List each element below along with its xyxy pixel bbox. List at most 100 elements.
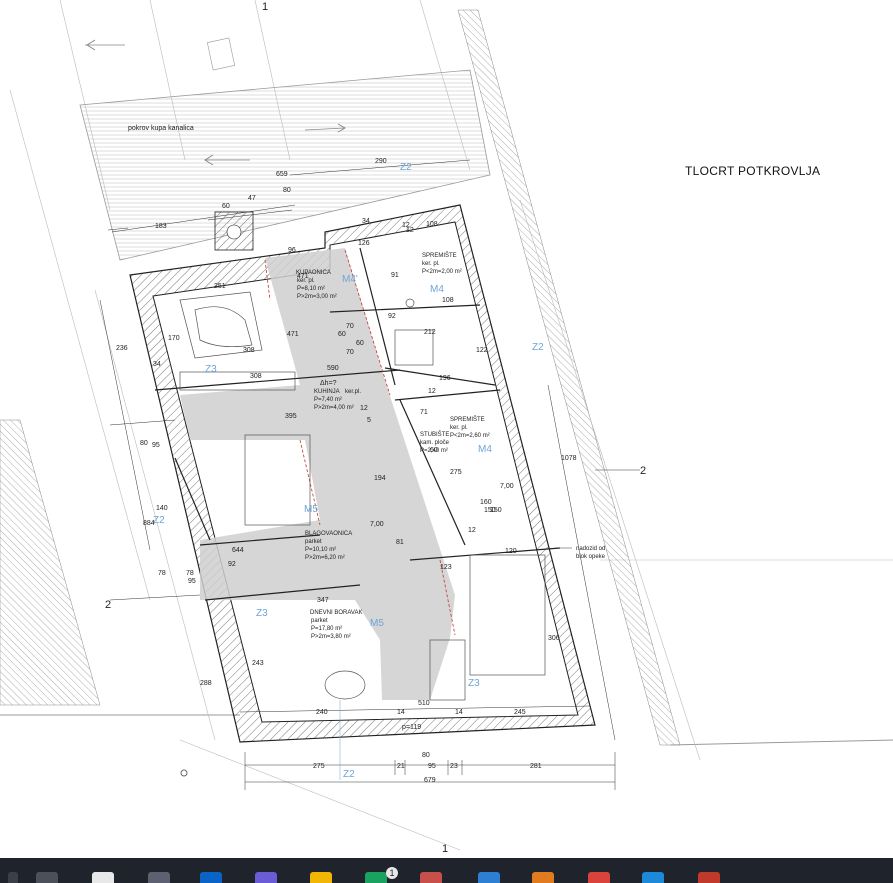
svg-text:80: 80 — [283, 187, 291, 194]
svg-text:884: 884 — [143, 520, 155, 527]
file-explorer-icon[interactable] — [310, 872, 332, 883]
svg-text:60: 60 — [430, 447, 438, 454]
svg-text:kam. ploče: kam. ploče — [420, 440, 450, 446]
svg-text:ker. pl.: ker. pl. — [450, 425, 468, 431]
svg-text:1: 1 — [442, 843, 448, 855]
svg-text:108: 108 — [426, 221, 438, 228]
search-icon[interactable] — [36, 872, 58, 883]
svg-text:160: 160 — [480, 499, 492, 506]
svg-text:281: 281 — [530, 763, 542, 770]
svg-text:471: 471 — [297, 273, 309, 280]
svg-text:92: 92 — [388, 313, 396, 320]
svg-text:P>2m=3,00 m²: P>2m=3,00 m² — [297, 294, 337, 300]
svg-text:194: 194 — [374, 475, 386, 482]
roof-label: pokrov kupa kanalica — [128, 125, 194, 132]
svg-text:M4: M4 — [478, 444, 492, 455]
svg-text:P=8,10 m²: P=8,10 m² — [297, 286, 325, 292]
svg-text:2: 2 — [640, 465, 646, 477]
app-blue-icon[interactable] — [642, 872, 664, 883]
svg-text:23: 23 — [450, 763, 458, 770]
chrome-icon[interactable] — [588, 872, 610, 883]
svg-text:21: 21 — [397, 763, 405, 770]
svg-text:P>2m=3,80 m²: P>2m=3,80 m² — [311, 634, 351, 640]
svg-text:96: 96 — [288, 247, 296, 254]
svg-text:78: 78 — [158, 570, 166, 577]
calendar-icon[interactable] — [420, 872, 442, 883]
svg-text:126: 126 — [358, 240, 370, 247]
svg-text:275: 275 — [450, 469, 462, 476]
svg-text:Δh=?: Δh=? — [320, 380, 337, 387]
svg-text:70: 70 — [346, 349, 354, 356]
app-red-icon[interactable] — [698, 872, 720, 883]
svg-text:P=7,40 m²: P=7,40 m² — [314, 397, 342, 403]
svg-text:510: 510 — [418, 700, 430, 707]
svg-text:M4: M4 — [430, 284, 444, 295]
task-view-icon[interactable] — [92, 872, 114, 883]
printer-icon[interactable] — [478, 872, 500, 883]
svg-text:P=17,80 m²: P=17,80 m² — [311, 626, 342, 632]
svg-text:70: 70 — [346, 323, 354, 330]
svg-text:7,00: 7,00 — [500, 483, 514, 490]
svg-text:95: 95 — [428, 763, 436, 770]
svg-text:60: 60 — [338, 331, 346, 338]
svg-text:12: 12 — [402, 222, 410, 229]
svg-text:395: 395 — [285, 413, 297, 420]
svg-text:91: 91 — [391, 272, 399, 279]
svg-text:7,00: 7,00 — [370, 521, 384, 528]
svg-text:71: 71 — [420, 409, 428, 416]
page-title: TLOCRT POTKROVLJA — [685, 164, 820, 178]
svg-text:80: 80 — [140, 440, 148, 447]
svg-text:644: 644 — [232, 547, 244, 554]
outlook-icon[interactable] — [200, 872, 222, 883]
svg-text:245: 245 — [514, 709, 526, 716]
floor-plan-drawing: TLOCRT POTKROVLJA pokrov kupa kanalica K… — [0, 0, 893, 855]
note-wall-line2: blok opeke — [576, 554, 606, 560]
svg-text:590: 590 — [327, 365, 339, 372]
svg-text:12: 12 — [360, 405, 368, 412]
svg-text:Z3: Z3 — [205, 364, 217, 375]
svg-text:95: 95 — [152, 442, 160, 449]
svg-text:1: 1 — [262, 1, 268, 13]
whatsapp-icon[interactable] — [365, 872, 387, 883]
notification-badge: 1 — [386, 867, 398, 879]
svg-text:60: 60 — [222, 203, 230, 210]
svg-text:1078: 1078 — [561, 455, 577, 462]
svg-text:243: 243 — [252, 660, 264, 667]
svg-text:ker. pl.: ker. pl. — [422, 261, 440, 267]
svg-text:347: 347 — [317, 597, 329, 604]
widgets-icon[interactable] — [148, 872, 170, 883]
svg-text:108: 108 — [442, 297, 454, 304]
svg-text:14: 14 — [397, 709, 405, 716]
svg-text:parket: parket — [311, 618, 328, 624]
svg-text:183: 183 — [155, 223, 167, 230]
svg-text:P>2m=4,00 m²: P>2m=4,00 m² — [314, 405, 354, 411]
svg-text:14: 14 — [455, 709, 463, 716]
copilot-icon[interactable] — [255, 872, 277, 883]
svg-text:STUBIŠTE: STUBIŠTE — [420, 431, 449, 438]
svg-text:196: 196 — [439, 375, 451, 382]
svg-text:Z2: Z2 — [532, 342, 544, 353]
svg-text:SPREMIŠTE: SPREMIŠTE — [422, 252, 457, 259]
svg-text:M4': M4' — [342, 274, 358, 285]
svg-text:Z3: Z3 — [468, 678, 480, 689]
start-icon[interactable] — [8, 872, 18, 883]
svg-text:290: 290 — [375, 158, 387, 165]
taskbar: 1 — [0, 858, 893, 883]
svg-text:288: 288 — [200, 680, 212, 687]
svg-text:Z2: Z2 — [400, 162, 412, 173]
svg-text:92: 92 — [228, 561, 236, 568]
svg-text:12: 12 — [468, 527, 476, 534]
svg-text:P<2m=2,60 m²: P<2m=2,60 m² — [450, 433, 490, 439]
svg-text:80: 80 — [422, 752, 430, 759]
svg-text:275: 275 — [313, 763, 325, 770]
svg-text:parket: parket — [305, 539, 322, 545]
app-orange-icon[interactable] — [532, 872, 554, 883]
svg-text:120: 120 — [505, 548, 517, 555]
svg-text:95: 95 — [188, 578, 196, 585]
svg-text:140: 140 — [156, 505, 168, 512]
svg-text:212: 212 — [424, 329, 436, 336]
svg-text:34: 34 — [362, 218, 370, 225]
svg-text:679: 679 — [424, 777, 436, 784]
svg-text:123: 123 — [440, 564, 452, 571]
svg-text:p=119: p=119 — [402, 724, 421, 731]
